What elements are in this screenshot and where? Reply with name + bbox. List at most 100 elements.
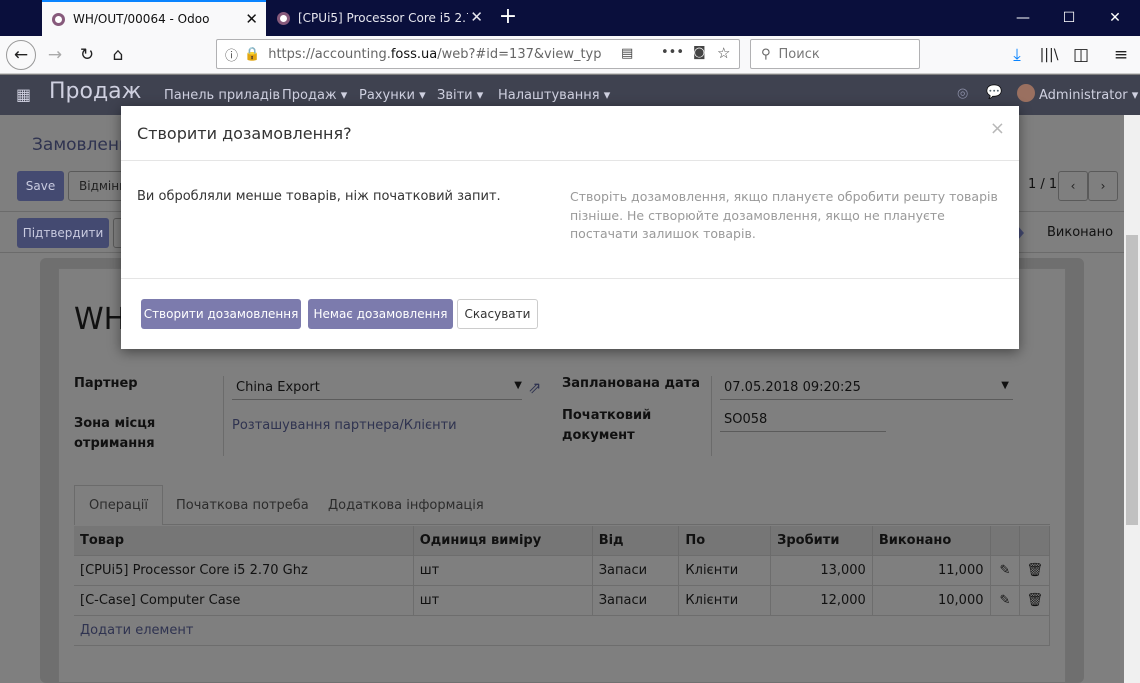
- partner-field[interactable]: China Export ▼: [232, 376, 522, 400]
- dialog-header: Створити дозамовлення? ×: [121, 106, 1019, 161]
- apps-grid-icon[interactable]: ▦: [16, 85, 31, 104]
- cell-product[interactable]: [C-Case] Computer Case: [74, 584, 414, 615]
- trash-icon[interactable]: 🗑: [1019, 584, 1050, 615]
- scheduled-date-value: 07.05.2018 09:20:25: [724, 380, 861, 395]
- scrollbar-thumb[interactable]: [1126, 235, 1138, 525]
- info-icon[interactable]: ⓘ: [225, 45, 238, 64]
- menu-hamburger-icon[interactable]: ≡: [1106, 40, 1136, 70]
- cell-to[interactable]: Клієнти: [678, 554, 772, 585]
- pocket-icon[interactable]: ◙: [693, 45, 706, 60]
- new-tab-button[interactable]: +: [496, 4, 520, 30]
- back-arrow-icon[interactable]: ←: [6, 40, 36, 70]
- cell-product[interactable]: [CPUi5] Processor Core i5 2.70 Ghz: [74, 554, 414, 585]
- library-icon[interactable]: |||\: [1034, 40, 1064, 70]
- tab-initial-demand[interactable]: Початкова потреба: [162, 485, 323, 525]
- notebook-tabs: Операції Початкова потреба Додаткова інф…: [74, 485, 1050, 525]
- dropdown-caret-icon[interactable]: ▼: [514, 380, 522, 391]
- record-title: WH: [74, 302, 127, 337]
- add-item-link[interactable]: Додати елемент: [74, 614, 1050, 645]
- window-close-icon[interactable]: ✕: [1092, 0, 1138, 36]
- status-done[interactable]: Виконано: [1047, 225, 1113, 240]
- col-todo[interactable]: Зробити: [770, 526, 873, 555]
- search-placeholder: Поиск: [778, 46, 820, 62]
- odoo-favicon-icon: [277, 11, 290, 25]
- close-icon[interactable]: ×: [990, 120, 1005, 138]
- dropdown-caret-icon[interactable]: ▼: [1001, 380, 1009, 391]
- table-header-row: Товар Одиниця виміру Від По Зробити Вико…: [74, 526, 1050, 555]
- cell-done[interactable]: 10,000: [872, 584, 991, 615]
- destination-value[interactable]: Розташування партнера/Клієнти: [232, 418, 457, 433]
- url-domain: foss.ua: [390, 46, 438, 62]
- table-row[interactable]: [C-Case] Computer Case шт Запаси Клієнти…: [74, 584, 1050, 615]
- reader-view-icon[interactable]: ▤: [621, 46, 633, 61]
- forward-arrow-icon[interactable]: →: [40, 40, 70, 70]
- add-item-row: Додати елемент: [74, 614, 1050, 645]
- reload-icon[interactable]: ↻: [72, 40, 102, 70]
- col-done[interactable]: Виконано: [872, 526, 991, 555]
- search-icon: ⚲: [761, 46, 771, 62]
- discard-button[interactable]: Відміни: [68, 171, 128, 201]
- partner-label: Партнер: [74, 376, 138, 391]
- tab-title: WH/OUT/00064 - Odoo: [73, 12, 210, 26]
- home-icon[interactable]: ⌂: [103, 40, 133, 70]
- pager-next-button[interactable]: ›: [1088, 171, 1118, 201]
- cell-todo[interactable]: 12,000: [770, 584, 873, 615]
- external-link-icon[interactable]: ⇗: [528, 378, 541, 397]
- tab-title: [CPUi5] Processor Core i5 2.70 G: [298, 11, 468, 25]
- browser-tab-inactive[interactable]: [CPUi5] Processor Core i5 2.70 G ✕: [267, 0, 491, 36]
- more-actions-icon[interactable]: •••: [661, 45, 684, 60]
- sidebar-icon[interactable]: ◫: [1066, 40, 1096, 70]
- confirm-button[interactable]: Підтвердити: [17, 218, 109, 248]
- tab-additional-info[interactable]: Додаткова інформація: [314, 485, 498, 525]
- dialog-hint: Створіть дозамовлення, якщо плануєте обр…: [570, 189, 998, 241]
- col-to[interactable]: По: [678, 526, 772, 555]
- tab-operations[interactable]: Операції: [74, 485, 164, 525]
- bookmark-star-icon[interactable]: ☆: [717, 44, 730, 62]
- tab-close-icon[interactable]: ✕: [245, 11, 258, 27]
- col-edit: [990, 526, 1021, 555]
- dialog-message: Ви обробляли менше товарів, ніж початков…: [137, 189, 501, 204]
- cell-done[interactable]: 11,000: [872, 554, 991, 585]
- downloads-icon[interactable]: ⤓: [1002, 40, 1032, 70]
- cell-from[interactable]: Запаси: [592, 554, 680, 585]
- col-product[interactable]: Товар: [74, 526, 414, 555]
- minimize-icon[interactable]: —: [1000, 0, 1046, 36]
- scheduled-date-field[interactable]: 07.05.2018 09:20:25 ▼: [720, 376, 1013, 400]
- maximize-icon[interactable]: ☐: [1046, 0, 1092, 36]
- user-menu[interactable]: Administrator ▾: [1039, 75, 1138, 115]
- cell-from[interactable]: Запаси: [592, 584, 680, 615]
- save-button[interactable]: Save: [17, 171, 64, 201]
- edit-pencil-icon[interactable]: ✎: [990, 584, 1021, 615]
- operations-table: Товар Одиниця виміру Від По Зробити Вико…: [74, 526, 1050, 675]
- cell-todo[interactable]: 13,000: [770, 554, 873, 585]
- pager-value: 1 / 1: [1028, 177, 1058, 192]
- trash-icon[interactable]: 🗑: [1019, 554, 1050, 585]
- origin-value: SO058: [724, 412, 768, 427]
- odoo-favicon-icon: [52, 12, 65, 26]
- create-backorder-button[interactable]: Створити дозамовлення: [141, 299, 301, 329]
- tab-close-icon[interactable]: ✕: [470, 9, 483, 25]
- browser-tab-bar: WH/OUT/00064 - Odoo ✕ [CPUi5] Processor …: [0, 0, 1140, 36]
- edit-pencil-icon[interactable]: ✎: [990, 554, 1021, 585]
- table-row[interactable]: [CPUi5] Processor Core i5 2.70 Ghz шт За…: [74, 554, 1050, 585]
- chat-icon[interactable]: 💬: [986, 85, 1002, 100]
- help-icon[interactable]: ◎: [957, 86, 968, 101]
- search-input[interactable]: ⚲ Поиск: [750, 39, 920, 69]
- cancel-button[interactable]: Скасувати: [457, 299, 538, 329]
- origin-field[interactable]: SO058: [720, 408, 886, 432]
- scheduled-date-label: Запланована дата: [562, 376, 701, 391]
- url-prefix: https://accounting.: [268, 46, 391, 62]
- browser-tab-active[interactable]: WH/OUT/00064 - Odoo ✕: [42, 0, 266, 36]
- cell-to[interactable]: Клієнти: [678, 584, 772, 615]
- no-backorder-button[interactable]: Немає дозамовлення: [308, 299, 453, 329]
- avatar[interactable]: [1017, 84, 1035, 102]
- page-scrollbar[interactable]: [1124, 115, 1140, 683]
- col-delete: [1019, 526, 1050, 555]
- cell-uom[interactable]: шт: [413, 584, 593, 615]
- pager-prev-button[interactable]: ‹: [1058, 171, 1088, 201]
- cell-uom[interactable]: шт: [413, 554, 593, 585]
- url-bar[interactable]: ⓘ 🔒 https://accounting. foss.ua/web?#id=1…: [216, 39, 740, 69]
- col-from[interactable]: Від: [592, 526, 680, 555]
- col-uom[interactable]: Одиниця виміру: [413, 526, 593, 555]
- app-name: Продаж: [49, 79, 142, 104]
